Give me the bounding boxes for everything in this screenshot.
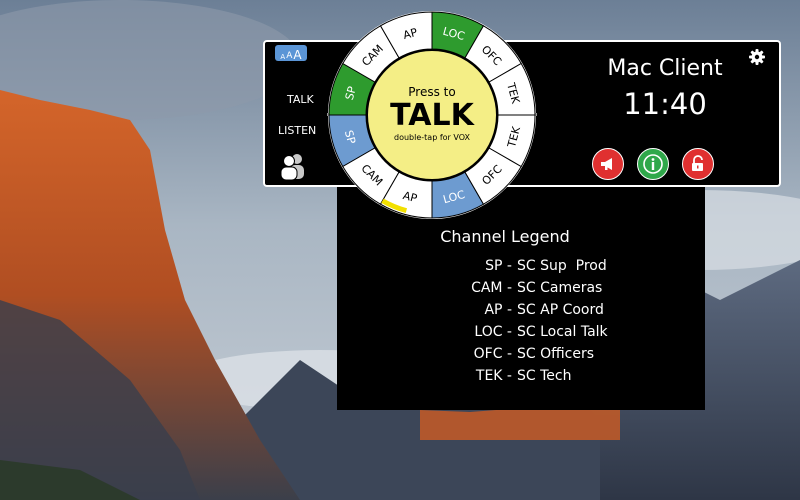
font-size-small[interactable]: A — [280, 54, 285, 61]
legend-row: TEK - SC Tech — [337, 368, 705, 388]
info-button[interactable] — [637, 148, 669, 180]
legend-channel-name: SC Sup Prod — [517, 258, 607, 274]
settings-gear-icon[interactable] — [749, 49, 765, 69]
legend-row: OFC - SC Officers — [337, 346, 705, 366]
legend-channel-name: SC Officers — [517, 346, 595, 362]
talk-button-line1: Press to — [408, 85, 455, 99]
legend-channel-name: SC Local Talk — [517, 324, 608, 340]
info-icon — [643, 154, 663, 174]
megaphone-icon — [601, 158, 612, 170]
legend-code: LOC - — [474, 324, 512, 340]
clock-time: 11:40 — [623, 87, 707, 121]
client-name: Mac Client — [607, 56, 723, 81]
legend-code: AP - — [484, 302, 512, 318]
legend-channel-name: SC Tech — [517, 368, 572, 384]
legend-row: LOC - SC Local Talk — [337, 324, 705, 344]
talk-button-line3: double-tap for VOX — [394, 133, 470, 142]
legend-channel-name: SC Cameras — [517, 280, 603, 296]
legend-title: Channel Legend — [440, 227, 570, 246]
legend-row: SP - SC Sup Prod — [337, 258, 705, 278]
channel-legend-panel: Channel Legend SP - SC Sup Prod CAM - SC Ca… — [337, 187, 705, 410]
unlock-icon — [692, 155, 703, 171]
talk-button-line2: TALK — [390, 98, 475, 133]
legend-code: OFC - — [473, 346, 512, 362]
legend-channel-name: SC AP Coord — [517, 302, 604, 318]
listen-row-label: LISTEN — [278, 124, 317, 137]
legend-code: CAM - — [471, 280, 512, 296]
legend-code: SP - — [485, 258, 512, 274]
users-icon[interactable] — [278, 151, 308, 185]
legend-row: AP - SC AP Coord — [337, 302, 705, 322]
font-size-control[interactable]: A A A — [275, 45, 307, 61]
legend-code: TEK - — [475, 368, 512, 384]
talk-row-label: TALK — [287, 93, 314, 106]
font-size-medium[interactable]: A — [286, 52, 292, 61]
unlock-button[interactable] — [682, 148, 714, 180]
font-size-large[interactable]: A — [293, 49, 301, 61]
press-to-talk-button[interactable]: Press to TALK double-tap for VOX — [366, 49, 498, 181]
megaphone-button[interactable] — [592, 148, 624, 180]
legend-row: CAM - SC Cameras — [337, 280, 705, 300]
